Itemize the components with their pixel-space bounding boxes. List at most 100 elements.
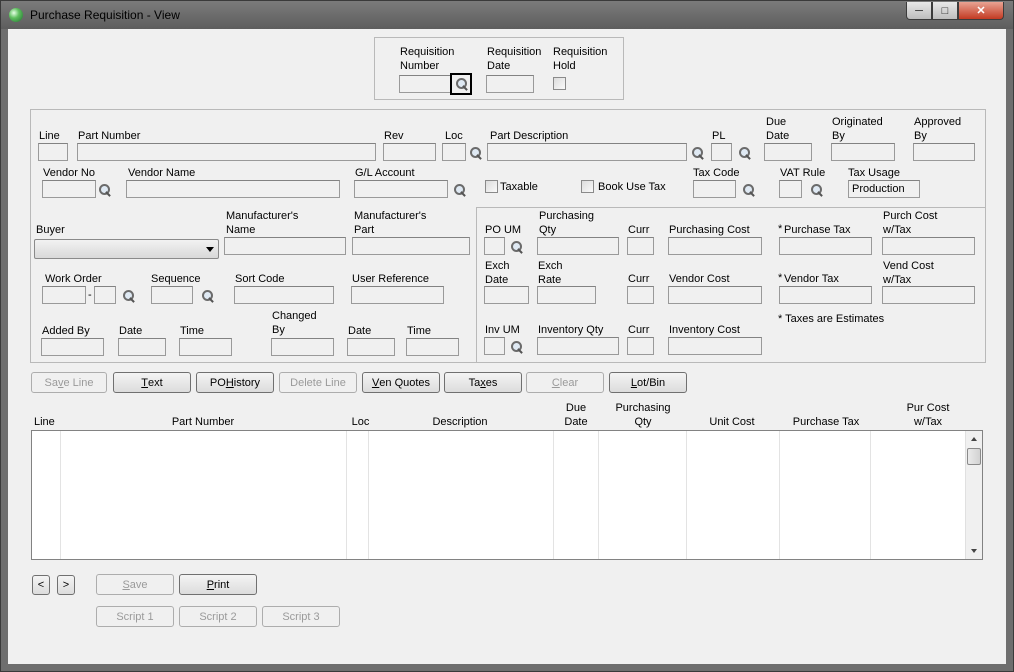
vat-rule-lookup-magnifier-icon[interactable] (810, 183, 824, 197)
added-date-label: Date (119, 325, 143, 337)
vend-cost-tax-input[interactable] (882, 286, 975, 304)
taxes-estimate-note: * Taxes are Estimates (778, 313, 885, 325)
grid-vertical-scrollbar[interactable] (965, 431, 982, 559)
delete-line-button[interactable]: Delete Line (279, 372, 357, 393)
user-reference-label: User Reference (352, 273, 430, 285)
changed-date-input[interactable] (347, 338, 395, 356)
mfr-name-input[interactable] (224, 237, 346, 255)
originated-by-input[interactable] (831, 143, 895, 161)
grid-header-due-date[interactable]: Due Date (556, 401, 596, 429)
scroll-up-icon[interactable] (971, 437, 977, 441)
gl-account-lookup-magnifier-icon[interactable] (453, 183, 467, 197)
approved-by-input[interactable] (913, 143, 975, 161)
inv-um-input[interactable] (484, 337, 505, 355)
grid-header-part-number[interactable]: Part Number (153, 415, 253, 429)
user-reference-input[interactable] (351, 286, 444, 304)
purch-cost-tax-input[interactable] (882, 237, 975, 255)
part-description-lookup-magnifier-icon[interactable] (691, 146, 705, 160)
added-time-input[interactable] (179, 338, 232, 356)
po-um-lookup-magnifier-icon[interactable] (510, 240, 524, 254)
sequence-lookup-magnifier-icon[interactable] (201, 289, 215, 303)
line-input[interactable] (38, 143, 68, 161)
part-number-input[interactable] (77, 143, 376, 161)
changed-time-input[interactable] (406, 338, 459, 356)
save-button[interactable]: Save (96, 574, 174, 595)
req-date-input[interactable] (486, 75, 534, 93)
vendor-no-input[interactable] (42, 180, 96, 198)
changed-by-label: Changed By (272, 310, 317, 336)
vendor-no-lookup-magnifier-icon[interactable] (98, 183, 112, 197)
minimize-button[interactable]: ─ (906, 2, 932, 20)
pl-input[interactable] (711, 143, 732, 161)
vendor-name-label: Vendor Name (128, 167, 196, 179)
rev-input[interactable] (383, 143, 436, 161)
script-3-button[interactable]: Script 3 (262, 606, 340, 627)
exch-rate-input[interactable] (537, 286, 596, 304)
clear-button[interactable]: Clear (526, 372, 604, 393)
sort-code-input[interactable] (234, 286, 334, 304)
req-hold-checkbox[interactable] (553, 77, 566, 90)
grid-header-line[interactable]: Line (34, 415, 55, 429)
tax-usage-input[interactable]: Production (848, 180, 920, 198)
vendor-tax-input[interactable] (779, 286, 872, 304)
loc-lookup-magnifier-icon[interactable] (469, 146, 483, 160)
work-order-input[interactable] (42, 286, 86, 304)
inv-um-lookup-magnifier-icon[interactable] (510, 340, 524, 354)
purch-qty-input[interactable] (537, 237, 619, 255)
gl-account-input[interactable] (354, 180, 448, 198)
req-number-lookup-button[interactable] (450, 73, 472, 95)
pl-lookup-magnifier-icon[interactable] (738, 146, 752, 160)
maximize-button[interactable]: □ (932, 2, 958, 20)
scroll-down-icon[interactable] (971, 549, 977, 553)
book-use-tax-checkbox[interactable] (581, 180, 594, 193)
grid-header-description[interactable]: Description (420, 415, 500, 429)
script-2-button[interactable]: Script 2 (179, 606, 257, 627)
vat-rule-input[interactable] (779, 180, 802, 198)
vendor-cost-input[interactable] (668, 286, 762, 304)
work-order-suffix-input[interactable] (94, 286, 116, 304)
work-order-lookup-magnifier-icon[interactable] (122, 289, 136, 303)
taxes-button[interactable]: Ta x es (444, 372, 522, 393)
sequence-input[interactable] (151, 286, 193, 304)
ven-quotes-button[interactable]: Ven Quotes (362, 372, 440, 393)
purchase-tax-input[interactable] (779, 237, 872, 255)
tax-code-input[interactable] (693, 180, 736, 198)
grid-header-pur-cost-tax[interactable]: Pur Cost w/Tax (893, 401, 963, 429)
close-button[interactable]: ✕ (958, 2, 1004, 20)
next-record-button[interactable]: > (57, 575, 75, 595)
scroll-thumb[interactable] (967, 448, 981, 465)
taxable-checkbox[interactable] (485, 180, 498, 193)
inv-cost-input[interactable] (668, 337, 762, 355)
previous-record-button[interactable]: < (32, 575, 50, 595)
added-date-input[interactable] (118, 338, 166, 356)
buyer-dropdown[interactable] (34, 239, 219, 259)
req-number-input[interactable] (399, 75, 451, 93)
exch-date-input[interactable] (484, 286, 529, 304)
curr-input-1[interactable] (627, 237, 654, 255)
grid-header-purchase-tax[interactable]: Purchase Tax (784, 415, 868, 429)
lot-bin-button[interactable]: Lot/Bin (609, 372, 687, 393)
grid-header-unit-cost[interactable]: Unit Cost (697, 415, 767, 429)
part-description-input[interactable] (487, 143, 687, 161)
grid-header-loc[interactable]: Loc (348, 415, 373, 429)
grid-header-purchasing-qty[interactable]: Purchasing Qty (608, 401, 678, 429)
curr-input-2[interactable] (627, 286, 654, 304)
vendor-name-input[interactable] (126, 180, 340, 198)
print-button[interactable]: Print (179, 574, 257, 595)
title-bar[interactable]: Purchase Requisition - View ─ □ ✕ (1, 1, 1013, 29)
curr-input-3[interactable] (627, 337, 654, 355)
tax-code-lookup-magnifier-icon[interactable] (742, 183, 756, 197)
save-line-button[interactable]: Sa v e Line (31, 372, 107, 393)
changed-by-input[interactable] (271, 338, 334, 356)
requisition-lines-grid[interactable] (31, 430, 983, 560)
added-by-input[interactable] (41, 338, 104, 356)
po-history-button[interactable]: PO History (196, 372, 274, 393)
loc-input[interactable] (442, 143, 466, 161)
mfr-part-input[interactable] (352, 237, 470, 255)
script-1-button[interactable]: Script 1 (96, 606, 174, 627)
purch-cost-input[interactable] (668, 237, 762, 255)
inv-qty-input[interactable] (537, 337, 619, 355)
po-um-input[interactable] (484, 237, 505, 255)
due-date-input[interactable] (764, 143, 812, 161)
text-button[interactable]: Text (113, 372, 191, 393)
